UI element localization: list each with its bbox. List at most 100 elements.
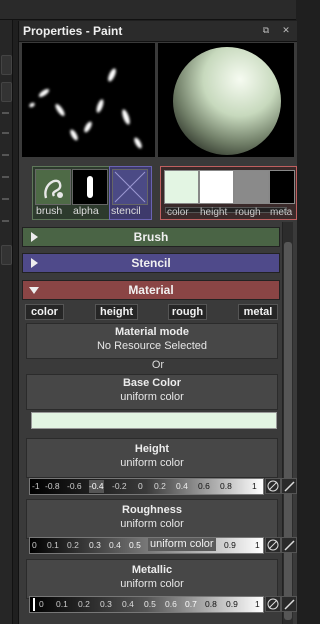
rough-channel-button[interactable]: rough — [168, 304, 207, 320]
height-selector[interactable]: Height uniform color — [26, 438, 278, 478]
material-mode-title: Material mode — [115, 326, 189, 338]
metallic-tick-label: 0.3 — [100, 599, 112, 609]
color-channel-button[interactable]: color — [25, 304, 64, 320]
height-title: Height — [134, 443, 170, 455]
height-tick-label: 1 — [252, 481, 257, 491]
material-section-header[interactable]: Material — [22, 280, 280, 300]
roughness-picker-button[interactable] — [281, 537, 297, 553]
panel-title: Properties - Paint — [23, 24, 123, 38]
stencil-section-header[interactable]: Stencil — [22, 253, 280, 273]
metallic-tick-label: 1 — [255, 599, 260, 609]
sphere-graphic — [173, 47, 281, 155]
pen-icon — [284, 599, 295, 610]
metallic-subtitle: uniform color — [120, 578, 184, 590]
panel-titlebar: Properties - Paint ⧉ ✕ — [19, 21, 297, 42]
brush-stroke-preview — [22, 43, 155, 157]
gutter-tool-button[interactable] — [1, 82, 12, 102]
brush-section-label: Brush — [133, 230, 169, 244]
brush-thumbnail[interactable] — [35, 169, 71, 205]
height-subtitle: uniform color — [120, 457, 184, 469]
stencil-thumbnail-label: stencil — [111, 205, 141, 217]
metallic-tick-label: 0.7 — [185, 599, 197, 609]
height-tick-label: -0.2 — [112, 481, 127, 491]
metallic-value-slider[interactable]: 0 0.1 0.2 0.3 0.4 0.5 0.6 0.7 0.8 0.9 1 — [29, 596, 264, 613]
height-picker-button[interactable] — [281, 478, 297, 494]
empty-stencil-icon — [114, 171, 146, 203]
roughness-tick-label: 0 — [32, 540, 37, 550]
alpha-thumbnail-label: alpha — [73, 205, 99, 217]
material-sphere-preview — [158, 43, 294, 157]
or-separator: Or — [151, 359, 165, 371]
roughness-tick-label: 0.5 — [129, 540, 141, 550]
height-tick-label: -0.6 — [67, 481, 82, 491]
roughness-tick-label: 0.2 — [67, 540, 79, 550]
pen-icon — [284, 481, 295, 492]
metallic-picker-button[interactable] — [281, 596, 297, 612]
base-color-title: Base Color — [122, 377, 182, 389]
alpha-icon — [87, 176, 93, 198]
metal-swatch-label: meta — [270, 207, 293, 218]
brush-thumbnail-label: brush — [36, 205, 63, 217]
gutter-tick — [2, 220, 9, 222]
gutter-tick — [2, 154, 9, 156]
brush-section-header[interactable]: Brush — [22, 227, 280, 247]
material-section-label: Material — [128, 283, 174, 297]
height-tick-label: 0.8 — [220, 481, 232, 491]
roughness-value-slider[interactable]: 0 0.1 0.2 0.3 0.4 0.5 uniform color 0.9 … — [29, 537, 264, 554]
height-reset-button[interactable] — [265, 478, 281, 494]
roughness-title: Roughness — [122, 504, 182, 516]
metal-channel-button[interactable]: metal — [238, 304, 278, 320]
reset-icon — [267, 480, 279, 492]
metallic-channel-swatch[interactable] — [269, 170, 295, 204]
top-toolbar-strip — [0, 0, 296, 20]
metallic-tick-label: 0.8 — [205, 599, 217, 609]
roughness-subtitle: uniform color — [120, 518, 184, 530]
metallic-slider-handle[interactable] — [33, 598, 35, 611]
roughness-tick-label: 1 — [255, 540, 260, 550]
base-color-subtitle: uniform color — [120, 391, 184, 403]
pen-icon — [284, 540, 295, 551]
stencil-section-label: Stencil — [131, 256, 171, 270]
base-color-value-bar[interactable] — [31, 412, 277, 429]
roughness-tick-label: 0.4 — [109, 540, 121, 550]
height-value-slider[interactable]: -1 -0.8 -0.6 -0.4 -0.2 0 0.2 0.4 0.6 0.8… — [29, 478, 264, 495]
restore-icon[interactable]: ⧉ — [261, 25, 271, 35]
roughness-tooltip: uniform color — [148, 538, 216, 551]
metallic-tick-label: 0.2 — [78, 599, 90, 609]
metallic-selector[interactable]: Metallic uniform color — [26, 559, 278, 599]
metallic-title: Metallic — [131, 564, 173, 576]
alpha-thumbnail[interactable] — [72, 169, 108, 205]
gutter-tick — [2, 112, 9, 114]
height-channel-button[interactable]: height — [95, 304, 138, 320]
stencil-thumbnail[interactable] — [112, 169, 148, 205]
material-mode-value: No Resource Selected — [96, 340, 208, 352]
height-swatch-label: height — [200, 207, 228, 218]
roughness-selector[interactable]: Roughness uniform color — [26, 499, 278, 539]
panel-scrollbar[interactable] — [282, 222, 293, 624]
metallic-reset-button[interactable] — [265, 596, 281, 612]
base-color-selector[interactable]: Base Color uniform color — [26, 374, 278, 410]
color-channel-swatch[interactable] — [164, 170, 199, 204]
height-tick-label: 0 — [138, 481, 143, 491]
height-tick-label: 0.6 — [198, 481, 210, 491]
metallic-tick-label: 0.5 — [144, 599, 156, 609]
reset-icon — [267, 598, 279, 610]
metallic-tick-label: 0.9 — [226, 599, 238, 609]
close-icon[interactable]: ✕ — [281, 25, 291, 35]
rough-swatch-label: rough — [235, 207, 261, 218]
metallic-tick-label: 0.4 — [122, 599, 134, 609]
roughness-reset-button[interactable] — [265, 537, 281, 553]
gutter-tick — [2, 198, 9, 200]
gutter-tool-button[interactable] — [1, 245, 12, 265]
height-channel-swatch[interactable] — [199, 170, 234, 204]
scrollbar-thumb[interactable] — [284, 242, 292, 620]
gutter-tick — [2, 176, 9, 178]
left-tool-gutter — [0, 20, 13, 624]
height-tick-label: -0.8 — [45, 481, 60, 491]
material-mode-selector[interactable]: Material mode No Resource Selected — [26, 323, 278, 359]
gutter-tool-button[interactable] — [1, 55, 12, 75]
roughness-channel-swatch[interactable] — [234, 170, 269, 204]
height-tick-label: -1 — [32, 481, 40, 491]
color-swatch-label: color — [167, 207, 189, 218]
roughness-tick-label: 0.9 — [224, 540, 236, 550]
